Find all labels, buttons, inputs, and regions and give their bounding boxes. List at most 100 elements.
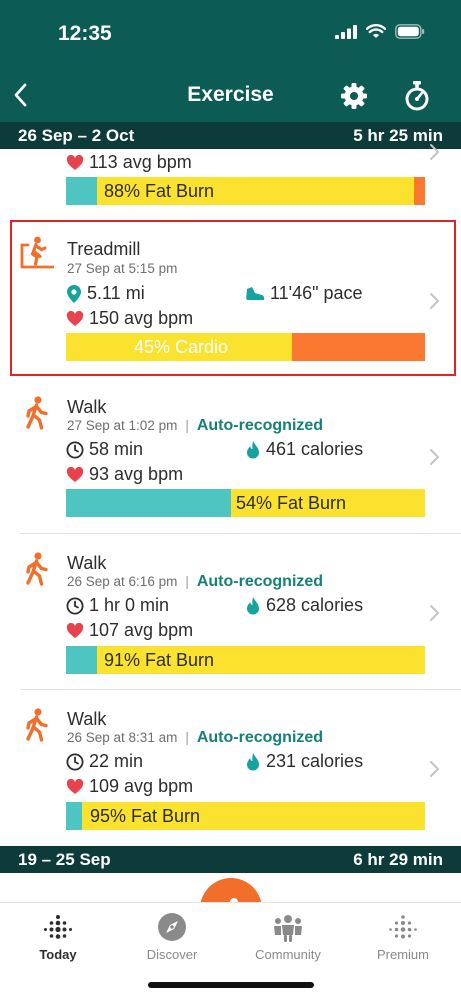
exercise-name: Walk: [67, 709, 107, 729]
heart-icon: [66, 466, 84, 482]
bpm-value: 93: [89, 464, 110, 484]
separator: |: [185, 574, 189, 589]
calories-unit: calories: [301, 751, 364, 771]
avg-heart-rate: 113 avg bpm: [66, 152, 192, 173]
tab-discover[interactable]: Discover: [122, 911, 222, 962]
heart-icon: [66, 154, 84, 170]
flame-icon: [247, 752, 259, 770]
tab-label: Discover: [146, 947, 198, 962]
clock-icon: [66, 597, 84, 614]
exercise-entry-walk[interactable]: Walk 26 Sep at 8:31 am | Auto-recognized 2…: [0, 690, 461, 846]
status-icons: [335, 24, 425, 39]
walking-icon: [26, 396, 48, 430]
zone-light-segment: [66, 489, 232, 517]
duration-value: 22 min: [89, 751, 144, 771]
duration-value: 1 hr 0 min: [89, 595, 170, 615]
avg-heart-rate: 93 avg bpm: [66, 464, 183, 485]
wifi-icon: [366, 24, 386, 38]
heart-zone-bar: 88% Fat Burn: [66, 177, 425, 205]
avg-heart-rate: 107 avg bpm: [66, 620, 193, 641]
calories-stat: 231 calories: [245, 751, 363, 772]
home-indicator: [148, 982, 314, 988]
nav-bar: Exercise: [0, 70, 461, 122]
clock-icon: [66, 441, 84, 458]
auto-recognized-tag: Auto-recognized: [196, 417, 324, 434]
zone-label: 54% Fat Burn: [236, 493, 347, 513]
heart-zone-bar: 95% Fat Burn: [66, 802, 425, 830]
calories-unit: calories: [301, 595, 364, 615]
compass-icon: [158, 913, 186, 941]
exercise-name: Walk: [67, 397, 107, 417]
tab-today[interactable]: Today: [8, 911, 108, 962]
bpm-unit: avg bpm: [124, 620, 194, 640]
calories-stat: 628 calories: [245, 595, 363, 616]
walking-icon: [26, 552, 48, 586]
zone-label: 88% Fat Burn: [104, 181, 215, 201]
exercise-name: Walk: [67, 553, 107, 573]
chevron-right-icon: [430, 605, 440, 621]
selection-highlight: [10, 220, 456, 376]
exercise-date: 27 Sep at 1:02 pm | Auto-recognized: [67, 417, 323, 435]
clock-icon: [66, 753, 84, 770]
flame-icon: [247, 596, 259, 614]
exercise-entry-walk[interactable]: Walk 27 Sep at 1:02 pm | Auto-recognized 5…: [0, 378, 461, 534]
duration-stat: 58 min: [66, 439, 143, 460]
auto-recognized-tag: Auto-recognized: [196, 573, 324, 590]
tab-premium[interactable]: Premium: [353, 911, 453, 962]
heart-zone-bar: 91% Fat Burn: [66, 646, 425, 674]
gear-icon: [341, 83, 367, 109]
calories-value: 231: [266, 751, 297, 771]
heart-zone-bar: 54% Fat Burn: [66, 489, 425, 517]
calories-value: 461: [266, 439, 297, 459]
stopwatch-button[interactable]: [402, 80, 432, 112]
dots-grid-icon: [44, 915, 72, 939]
zone-label: 91% Fat Burn: [104, 650, 215, 670]
calories-unit: calories: [301, 439, 364, 459]
zone-light-segment: [66, 802, 83, 830]
exercise-entry-walk[interactable]: Walk 26 Sep at 6:16 pm | Auto-recognized 1…: [0, 534, 461, 690]
tab-community[interactable]: Community: [238, 911, 338, 962]
community-icon: [274, 915, 302, 942]
zone-light-segment: [66, 646, 97, 674]
exercise-date: 26 Sep at 8:31 am | Auto-recognized: [67, 729, 323, 747]
chevron-right-icon: [430, 144, 440, 160]
bpm-value: 107: [89, 620, 120, 640]
exercise-date-text: 27 Sep at 1:02 pm: [67, 418, 178, 433]
week-header: 19 – 25 Sep 6 hr 29 min: [0, 846, 461, 873]
chevron-right-icon: [430, 761, 440, 777]
duration-stat: 1 hr 0 min: [66, 595, 169, 616]
tab-label: Premium: [376, 947, 429, 962]
walking-icon: [26, 708, 48, 742]
status-time: 12:35: [58, 22, 112, 45]
signal-icon: [335, 24, 357, 39]
bpm-unit: avg bpm: [122, 152, 192, 172]
zone-light-segment: [66, 177, 97, 205]
exercise-date: 26 Sep at 6:16 pm | Auto-recognized: [67, 573, 323, 591]
week-range: 19 – 25 Sep: [18, 850, 111, 869]
exercise-entry[interactable]: 113 avg bpm 88% Fat Burn: [0, 144, 461, 215]
bpm-value: 113: [89, 152, 118, 172]
status-bar: 12:35: [0, 0, 461, 70]
battery-icon: [395, 24, 425, 39]
separator: |: [185, 418, 189, 433]
exercise-date-text: 26 Sep at 6:16 pm: [67, 574, 178, 589]
bpm-unit: avg bpm: [124, 776, 194, 796]
heart-icon: [66, 622, 84, 638]
heart-icon: [66, 778, 84, 794]
week-total: 6 hr 29 min: [353, 850, 443, 869]
stopwatch-icon: [405, 81, 429, 111]
tab-label: Community: [255, 947, 321, 962]
bpm-value: 109: [89, 776, 120, 796]
duration-value: 58 min: [89, 439, 144, 459]
calories-value: 628: [266, 595, 297, 615]
settings-button[interactable]: [340, 82, 368, 110]
duration-stat: 22 min: [66, 751, 143, 772]
page-title: Exercise: [187, 83, 274, 106]
premium-dots-icon: [389, 915, 417, 939]
zone-label: 95% Fat Burn: [90, 806, 201, 826]
bpm-unit: avg bpm: [114, 464, 184, 484]
tab-label: Today: [39, 947, 77, 962]
separator: |: [185, 730, 189, 745]
avg-heart-rate: 109 avg bpm: [66, 776, 193, 797]
zone-cardio-segment: [414, 177, 425, 205]
